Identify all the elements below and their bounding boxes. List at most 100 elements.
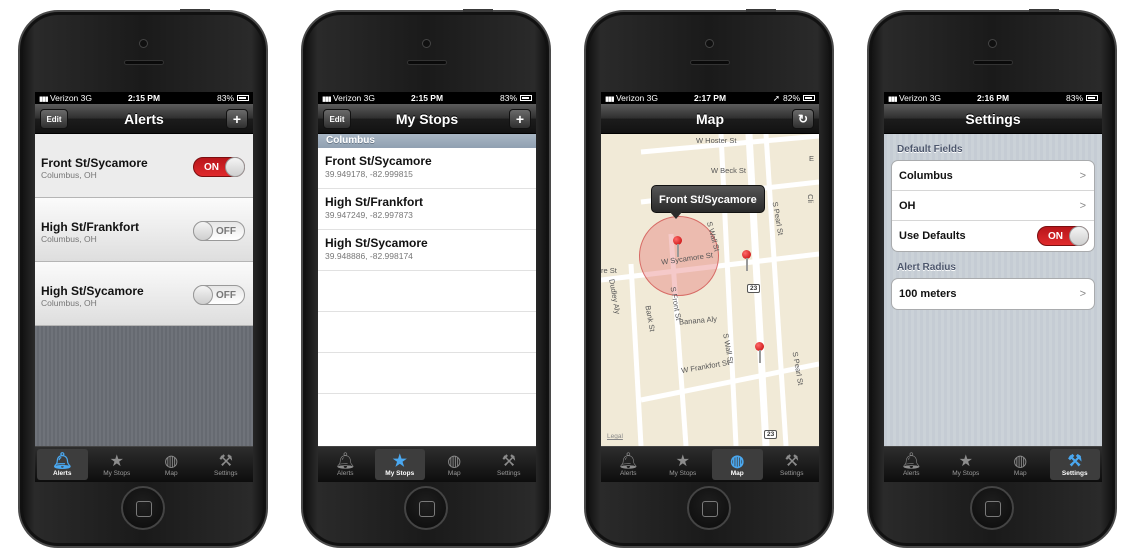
globe-icon: ◍ — [447, 453, 462, 470]
screen: ▮▮▮ Verizon 3G 2:15 PM 83% Edit Alerts +… — [35, 92, 253, 482]
add-button[interactable]: + — [509, 109, 531, 129]
chevron-right-icon: > — [1079, 169, 1086, 182]
tab-alerts[interactable]: 🔔︎ Alerts — [886, 449, 937, 480]
add-button[interactable]: + — [226, 109, 248, 129]
tab-bar: 🔔︎ Alerts ★ My Stops ◍ Map ⚒ Settings — [601, 446, 819, 482]
street-bank — [628, 263, 644, 446]
earpiece-speaker — [124, 60, 164, 65]
empty-row — [318, 312, 536, 353]
status-time: 2:16 PM — [976, 93, 1010, 103]
use-defaults-toggle[interactable]: ON — [1037, 226, 1089, 246]
battery-icon — [1086, 95, 1098, 101]
front-camera — [705, 39, 714, 48]
street-label: re St — [601, 266, 617, 275]
tab-settings[interactable]: ⚒ Settings — [484, 449, 535, 480]
pin-callout[interactable]: Front St/Sycamore — [651, 185, 765, 219]
tab-my-stops[interactable]: ★ My Stops — [374, 449, 425, 480]
alert-radius-header: Alert Radius — [897, 262, 956, 273]
list-item[interactable]: High St/Sycamore 39.948886, -82.998174 — [318, 230, 536, 271]
tab-my-stops[interactable]: ★ My Stops — [941, 449, 992, 480]
list-item[interactable]: Front St/Sycamore 39.949178, -82.999815 — [318, 148, 536, 189]
tab-alerts[interactable]: 🔔︎ Alerts — [603, 449, 654, 480]
star-icon: ★ — [675, 453, 690, 470]
street-label: Cli — [805, 194, 815, 203]
earpiece-speaker — [690, 60, 730, 65]
state-row[interactable]: OH > — [892, 191, 1094, 221]
street-label: W Hoster St — [696, 136, 737, 145]
page-title: Alerts — [124, 110, 164, 127]
home-button[interactable] — [687, 486, 731, 530]
tab-map[interactable]: ◍ Map — [146, 449, 197, 480]
map-view[interactable]: W Hoster St W Beck St E Cli W Sycamore S… — [601, 134, 819, 446]
edit-button[interactable]: Edit — [40, 109, 68, 129]
street-pearl — [763, 134, 789, 446]
front-camera — [988, 39, 997, 48]
globe-icon: ◍ — [164, 453, 179, 470]
stop-title: High St/Frankfort — [325, 195, 423, 209]
home-button[interactable] — [404, 486, 448, 530]
tab-settings[interactable]: ⚒ Settings — [1049, 449, 1100, 480]
stop-coords: 39.947249, -82.997873 — [325, 210, 413, 220]
sleep-button — [746, 9, 776, 12]
status-bar: ▮▮▮ Verizon 3G 2:15 PM 83% — [35, 92, 253, 104]
toggle-knob — [193, 221, 213, 241]
battery-icon — [520, 95, 532, 101]
use-defaults-row: Use Defaults ON — [892, 221, 1094, 251]
stops-list: Columbus Front St/Sycamore 39.949178, -8… — [318, 134, 536, 446]
navigation-bar: Map ↻ — [601, 104, 819, 134]
sleep-button — [463, 9, 493, 12]
bell-icon: 🔔︎ — [618, 453, 639, 470]
earpiece-speaker — [973, 60, 1013, 65]
alert-radius-row[interactable]: 100 meters > — [892, 279, 1094, 309]
refresh-button[interactable]: ↻ — [792, 109, 814, 129]
edit-button[interactable]: Edit — [323, 109, 351, 129]
home-button[interactable] — [970, 486, 1014, 530]
tab-settings[interactable]: ⚒ Settings — [767, 449, 818, 480]
tab-my-stops[interactable]: ★ My Stops — [658, 449, 709, 480]
chevron-right-icon: > — [1079, 199, 1086, 212]
phone-map: ▮▮▮ Verizon 3G 2:17 PM ➚ 82% Map ↻ W Hos… — [584, 9, 834, 548]
status-bar: ▮▮▮ Verizon 3G 2:16 PM 83% — [884, 92, 1102, 104]
status-time: 2:15 PM — [127, 93, 161, 103]
map-pin[interactable] — [753, 342, 767, 364]
map-pin[interactable] — [740, 250, 754, 272]
tab-alerts[interactable]: 🔔︎ Alerts — [37, 449, 88, 480]
tab-bar: 🔔︎ Alerts ★ My Stops ◍ Map ⚒ Settings — [884, 446, 1102, 482]
screen: ▮▮▮ Verizon 3G 2:17 PM ➚ 82% Map ↻ W Hos… — [601, 92, 819, 482]
sleep-button — [180, 9, 210, 12]
star-icon: ★ — [958, 453, 973, 470]
list-item[interactable]: High St/Frankfort Columbus, OH OFF — [35, 198, 253, 262]
earpiece-speaker — [407, 60, 447, 65]
refresh-icon: ↻ — [797, 112, 809, 126]
legal-link[interactable]: Legal — [607, 433, 623, 440]
wrench-icon: ⚒ — [784, 453, 799, 470]
city-row[interactable]: Columbus > — [892, 161, 1094, 191]
list-item[interactable]: Front St/Sycamore Columbus, OH ON — [35, 134, 253, 198]
chevron-right-icon: > — [1079, 288, 1086, 300]
home-button[interactable] — [121, 486, 165, 530]
tab-my-stops[interactable]: ★ My Stops — [92, 449, 143, 480]
stop-title: High St/Sycamore — [325, 236, 428, 250]
tab-bar: 🔔︎ Alerts ★ My Stops ◍ Map ⚒ Settings — [35, 446, 253, 482]
tab-settings[interactable]: ⚒ Settings — [201, 449, 252, 480]
front-camera — [139, 39, 148, 48]
street-wall — [718, 134, 739, 446]
star-icon: ★ — [392, 453, 407, 470]
street-map — [601, 134, 819, 446]
phone-alerts: ▮▮▮ Verizon 3G 2:15 PM 83% Edit Alerts +… — [18, 9, 268, 548]
star-icon: ★ — [109, 453, 124, 470]
bell-icon: 🔔︎ — [335, 453, 356, 470]
street-label: W Beck St — [711, 166, 747, 175]
alert-toggle[interactable]: OFF — [193, 285, 245, 305]
alert-toggle[interactable]: OFF — [193, 221, 245, 241]
list-item[interactable]: High St/Sycamore Columbus, OH OFF — [35, 262, 253, 326]
tab-map[interactable]: ◍ Map — [712, 449, 763, 480]
tab-map[interactable]: ◍ Map — [995, 449, 1046, 480]
status-bar: ▮▮▮ Verizon 3G 2:17 PM ➚ 82% — [601, 92, 819, 104]
map-pin[interactable] — [671, 236, 685, 258]
tab-map[interactable]: ◍ Map — [429, 449, 480, 480]
tab-alerts[interactable]: 🔔︎ Alerts — [320, 449, 371, 480]
page-title: My Stops — [395, 110, 459, 127]
alert-toggle[interactable]: ON — [193, 157, 245, 177]
list-item[interactable]: High St/Frankfort 39.947249, -82.997873 — [318, 189, 536, 230]
